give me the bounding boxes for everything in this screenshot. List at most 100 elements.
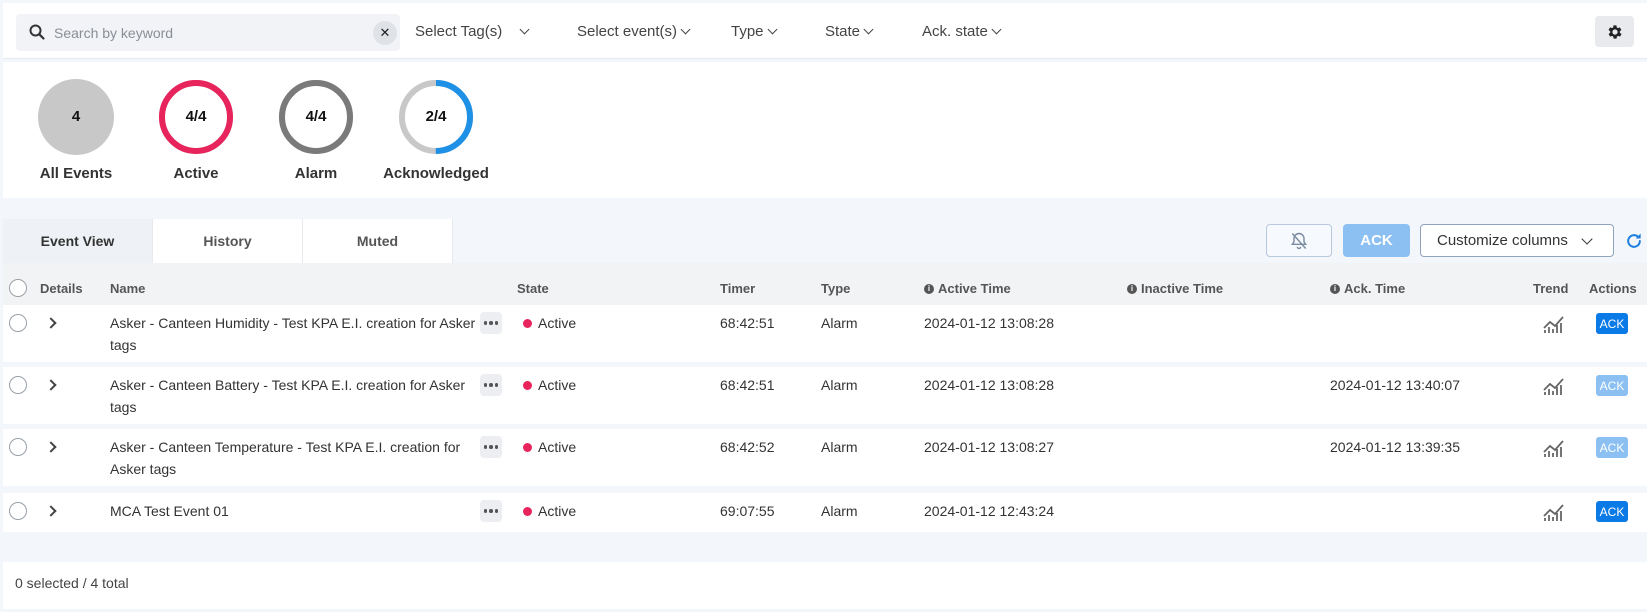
more-options-icon[interactable] <box>480 500 502 522</box>
more-options-icon[interactable] <box>480 436 502 458</box>
tag-filter-label: Select Tag(s) <box>415 23 503 40</box>
row-select-radio[interactable] <box>9 438 27 456</box>
table-row[interactable]: Asker - Canteen Temperature - Test KPA E… <box>3 429 1647 486</box>
col-state[interactable]: State <box>517 281 549 296</box>
event-state-label: Active <box>538 503 577 519</box>
event-ack-time: 2024-01-12 13:39:35 <box>1330 439 1460 455</box>
row-ack-button[interactable]: ACK <box>1596 501 1628 522</box>
row-ack-button[interactable]: ACK <box>1596 437 1628 458</box>
summary-active[interactable]: 4/4 Active <box>141 78 251 182</box>
trend-chart-icon[interactable] <box>1543 376 1565 396</box>
clear-search-icon[interactable]: ✕ <box>373 21 397 45</box>
tab-muted[interactable]: Muted <box>303 219 453 263</box>
expand-chevron-icon[interactable] <box>45 441 57 453</box>
active-label: Active <box>173 165 219 182</box>
col-active-time-label: Active Time <box>938 281 1011 296</box>
tab-history[interactable]: History <box>153 219 303 263</box>
tag-filter-dropdown[interactable]: Select Tag(s) <box>415 23 530 40</box>
event-type: Alarm <box>821 503 858 519</box>
select-all-radio[interactable] <box>9 279 27 297</box>
info-icon: i <box>1330 283 1340 294</box>
row-ack-button[interactable]: ACK <box>1596 375 1628 396</box>
col-name[interactable]: Name <box>110 281 145 296</box>
event-state-label: Active <box>538 315 577 331</box>
trend-chart-icon[interactable] <box>1543 438 1565 458</box>
col-inactive-time[interactable]: i Inactive Time <box>1127 281 1223 296</box>
event-name: Asker - Canteen Temperature - Test KPA E… <box>110 439 461 477</box>
row-select-radio[interactable] <box>9 314 27 332</box>
event-state: Active <box>523 439 576 455</box>
alarm-count: 4/4 <box>305 108 327 125</box>
acknowledged-ring: 2/4 <box>397 78 475 156</box>
row-ack-button[interactable]: ACK <box>1596 313 1628 334</box>
event-state-label: Active <box>538 377 577 393</box>
filter-bar: ✕ Select Tag(s) Select event(s) Type Sta… <box>3 3 1647 59</box>
more-options-icon[interactable] <box>480 374 502 396</box>
ack-state-filter-label: Ack. state <box>922 23 988 40</box>
row-select-radio[interactable] <box>9 376 27 394</box>
summary-alarm[interactable]: 4/4 Alarm <box>261 78 371 182</box>
mute-button[interactable] <box>1266 224 1332 257</box>
active-count: 4/4 <box>185 108 207 125</box>
event-summary: 4 All Events 4/4 Active 4/4 Alarm 2/4 Ac… <box>3 62 1647 198</box>
state-dot-icon <box>523 442 532 452</box>
table-row[interactable]: MCA Test Event 01 Active 69:07:55 Alarm … <box>3 493 1647 532</box>
event-timer: 68:42:52 <box>720 439 775 455</box>
trend-chart-icon[interactable] <box>1543 502 1565 522</box>
event-timer: 68:42:51 <box>720 377 775 393</box>
summary-all-events[interactable]: 4 All Events <box>21 78 131 182</box>
col-details[interactable]: Details <box>40 281 83 296</box>
info-icon: i <box>924 283 934 294</box>
acknowledged-label: Acknowledged <box>383 165 489 182</box>
selection-count: 0 selected / 4 total <box>15 575 129 591</box>
bell-off-icon <box>1291 232 1307 249</box>
table-row[interactable]: Asker - Canteen Battery - Test KPA E.I. … <box>3 367 1647 424</box>
col-active-time[interactable]: i Active Time <box>924 281 1011 296</box>
search-icon <box>29 24 45 40</box>
col-trend: Trend <box>1533 281 1569 296</box>
tab-event-view[interactable]: Event View <box>3 219 153 263</box>
expand-chevron-icon[interactable] <box>45 317 57 329</box>
search-input[interactable] <box>54 14 374 51</box>
trend-chart-icon[interactable] <box>1543 314 1565 334</box>
settings-button[interactable] <box>1595 16 1634 47</box>
event-name: MCA Test Event 01 <box>110 503 229 519</box>
expand-chevron-icon[interactable] <box>45 505 57 517</box>
ack-state-filter-dropdown[interactable]: Ack. state <box>922 23 1002 40</box>
summary-acknowledged[interactable]: 2/4 Acknowledged <box>381 78 491 182</box>
chevron-down-icon <box>680 24 691 35</box>
event-name: Asker - Canteen Humidity - Test KPA E.I.… <box>110 315 476 353</box>
chevron-down-icon <box>519 24 530 35</box>
table-row[interactable]: Asker - Canteen Humidity - Test KPA E.I.… <box>3 305 1647 362</box>
state-filter-dropdown[interactable]: State <box>825 23 874 40</box>
event-timer: 69:07:55 <box>720 503 775 519</box>
expand-chevron-icon[interactable] <box>45 379 57 391</box>
event-name: Asker - Canteen Battery - Test KPA E.I. … <box>110 377 466 415</box>
info-icon: i <box>1127 283 1137 294</box>
col-timer[interactable]: Timer <box>720 281 755 296</box>
ack-selected-button[interactable]: ACK <box>1343 224 1410 257</box>
col-ack-time[interactable]: i Ack. Time <box>1330 281 1405 296</box>
alarm-ring: 4/4 <box>277 78 355 156</box>
all-events-count: 4 <box>71 108 81 125</box>
col-type[interactable]: Type <box>821 281 850 296</box>
more-options-icon[interactable] <box>480 312 502 334</box>
refresh-icon[interactable] <box>1624 231 1644 251</box>
type-filter-dropdown[interactable]: Type <box>731 23 777 40</box>
event-active-time: 2024-01-12 12:43:24 <box>924 503 1054 519</box>
state-dot-icon <box>523 506 532 516</box>
row-select-radio[interactable] <box>9 502 27 520</box>
customize-columns-dropdown[interactable]: Customize columns <box>1420 224 1614 257</box>
event-state: Active <box>523 503 576 519</box>
event-active-time: 2024-01-12 13:08:27 <box>924 439 1054 455</box>
event-type: Alarm <box>821 315 858 331</box>
type-filter-label: Type <box>731 23 764 40</box>
alarm-label: Alarm <box>294 165 338 182</box>
all-events-label: All Events <box>39 165 113 182</box>
event-filter-label: Select event(s) <box>577 23 678 40</box>
chevron-down-icon <box>767 24 777 35</box>
event-filter-dropdown[interactable]: Select event(s) <box>577 23 691 40</box>
event-state: Active <box>523 377 576 393</box>
chevron-down-icon <box>991 24 1002 35</box>
col-actions: Actions <box>1589 281 1637 296</box>
